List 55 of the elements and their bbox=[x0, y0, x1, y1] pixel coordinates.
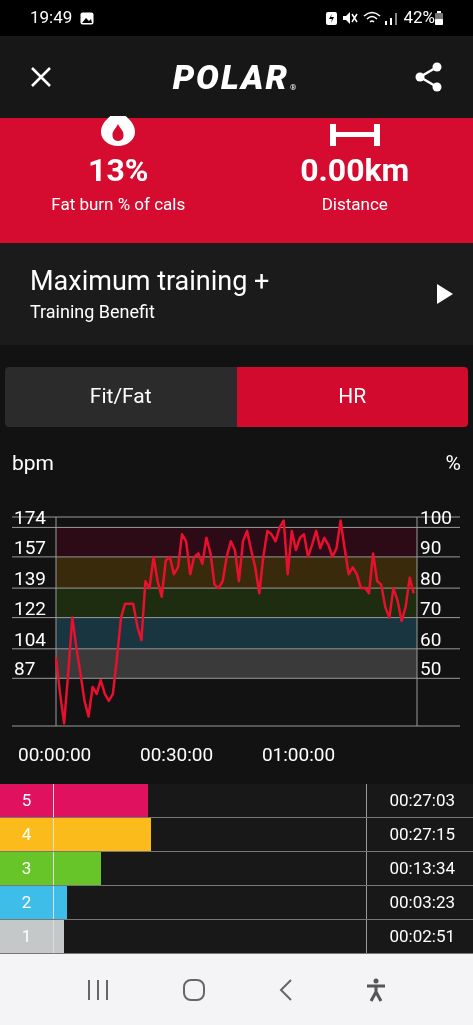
zone-number: 2 bbox=[0, 886, 54, 919]
axis-label: 80 bbox=[420, 567, 442, 591]
axis-label: 104 bbox=[14, 627, 47, 651]
registered-mark: ® bbox=[290, 82, 297, 94]
home-icon[interactable] bbox=[182, 977, 207, 1002]
axis-unit: % bbox=[445, 450, 461, 477]
axis-label: 157 bbox=[14, 535, 47, 559]
zone-time: 00:03:23 bbox=[366, 886, 473, 919]
axis-label: 90 bbox=[420, 535, 442, 559]
distance-icon bbox=[327, 124, 382, 146]
training-benefit-row[interactable]: Maximum training + Training Benefit bbox=[0, 243, 473, 345]
axis-label: 87 bbox=[14, 657, 36, 681]
axis-label: 139 bbox=[14, 567, 47, 591]
axis-label: 50 bbox=[420, 657, 442, 681]
tab[interactable]: Fit/Fat bbox=[5, 367, 237, 427]
close-icon bbox=[30, 66, 52, 88]
axis-label: 100 bbox=[420, 506, 453, 530]
axis-label: 122 bbox=[14, 596, 47, 620]
wifi-icon bbox=[363, 11, 382, 25]
status-time: 19:49 bbox=[30, 6, 73, 30]
mute-icon bbox=[342, 11, 359, 25]
axis-label: 00:00:00 bbox=[18, 743, 92, 766]
axis-label: 00:30:00 bbox=[139, 743, 214, 766]
stat-label: Fat burn % of cals bbox=[51, 193, 186, 216]
axis-unit: bpm bbox=[12, 450, 54, 477]
axis-label: 01:00:00 bbox=[261, 743, 336, 766]
zone-time: 00:27:03 bbox=[366, 784, 473, 817]
zone-time: 00:13:34 bbox=[366, 852, 473, 885]
stat-value: 13% bbox=[88, 150, 149, 191]
accessibility-icon[interactable] bbox=[364, 977, 387, 1002]
axis-label: 174 bbox=[14, 506, 47, 530]
zone-number: 1 bbox=[0, 920, 54, 953]
share-button[interactable] bbox=[415, 62, 443, 92]
close-button[interactable] bbox=[30, 65, 54, 89]
zone-number: 3 bbox=[0, 852, 54, 885]
battery-icon bbox=[435, 11, 443, 25]
training-benefit-title: Maximum training + bbox=[30, 263, 271, 298]
logo: POLAR bbox=[172, 60, 290, 94]
zone-number: 4 bbox=[0, 818, 54, 851]
training-benefit-label: Training Benefit bbox=[30, 299, 156, 324]
axis-label: 70 bbox=[420, 596, 442, 620]
battery-percent: 42% bbox=[403, 6, 435, 30]
play-icon bbox=[437, 284, 453, 304]
image-icon bbox=[80, 11, 95, 25]
stat-value: 0.00km bbox=[300, 150, 410, 191]
zone-time: 00:27:15 bbox=[366, 818, 473, 851]
tab[interactable]: HR bbox=[236, 367, 468, 427]
zone-number: 5 bbox=[0, 784, 54, 817]
zone-time: 00:02:51 bbox=[366, 920, 473, 953]
back-icon[interactable] bbox=[278, 977, 293, 1002]
share-icon bbox=[415, 62, 443, 92]
stat-label: Distance bbox=[321, 193, 388, 216]
battery-saver-icon bbox=[326, 11, 338, 25]
recent-apps-icon[interactable] bbox=[86, 978, 111, 1001]
axis-label: 60 bbox=[420, 627, 442, 651]
